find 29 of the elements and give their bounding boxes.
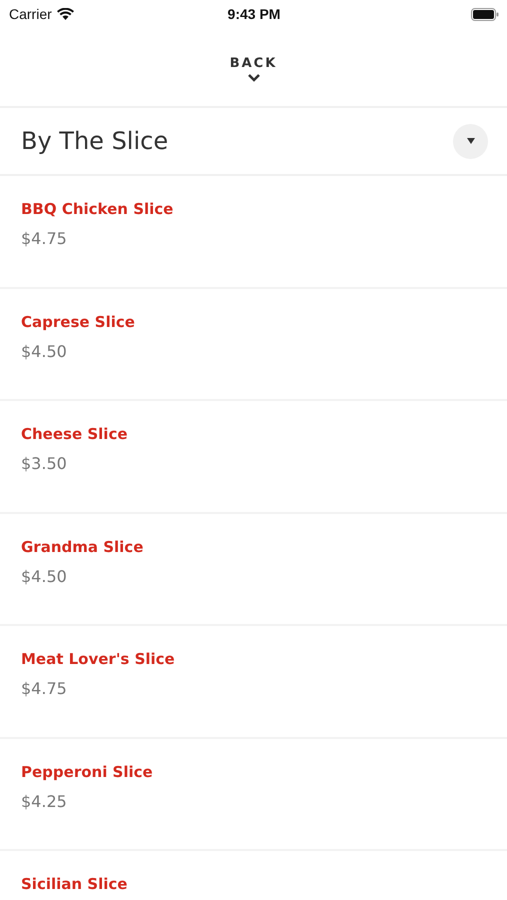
wifi-icon [56,8,74,20]
menu-item-card[interactable]: Caprese Slice $4.50 [0,288,507,401]
item-name: Pepperoni Slice [21,762,154,780]
carrier-label: Carrier [9,6,52,22]
item-name: BBQ Chicken Slice [21,200,174,218]
section-title: By The Slice [21,127,168,155]
item-price: $4.50 [21,566,68,586]
caret-icon [466,138,474,144]
item-name: Meat Lover's Slice [21,650,176,668]
back-button[interactable]: BACK [230,56,278,82]
clock-time: 9:43 PM [228,6,280,22]
menu-item-card[interactable]: Sicilian Slice [0,851,507,900]
battery-icon [470,8,499,20]
item-price: $4.25 [21,792,68,810]
menu-item-card[interactable]: Meat Lover's Slice $4.75 [0,626,507,738]
item-name: Grandma Slice [21,538,144,556]
item-price: $4.75 [21,679,68,698]
chevron-down-icon [246,73,260,82]
item-price: $4.75 [21,229,68,248]
collapse-button[interactable] [453,124,488,158]
menu-item-card[interactable]: Grandma Slice $4.50 [0,514,507,626]
item-price: $4.50 [21,342,68,360]
menu-item-card[interactable]: BBQ Chicken Slice $4.75 [0,176,507,288]
item-name: Cheese Slice [21,425,129,443]
item-name: Caprese Slice [21,312,136,330]
item-name: Sicilian Slice [21,875,128,893]
menu-item-card[interactable]: Cheese Slice $3.50 [0,401,507,514]
item-price: $3.50 [21,454,68,473]
menu-item-card[interactable]: Pepperoni Slice $4.25 [0,738,507,851]
